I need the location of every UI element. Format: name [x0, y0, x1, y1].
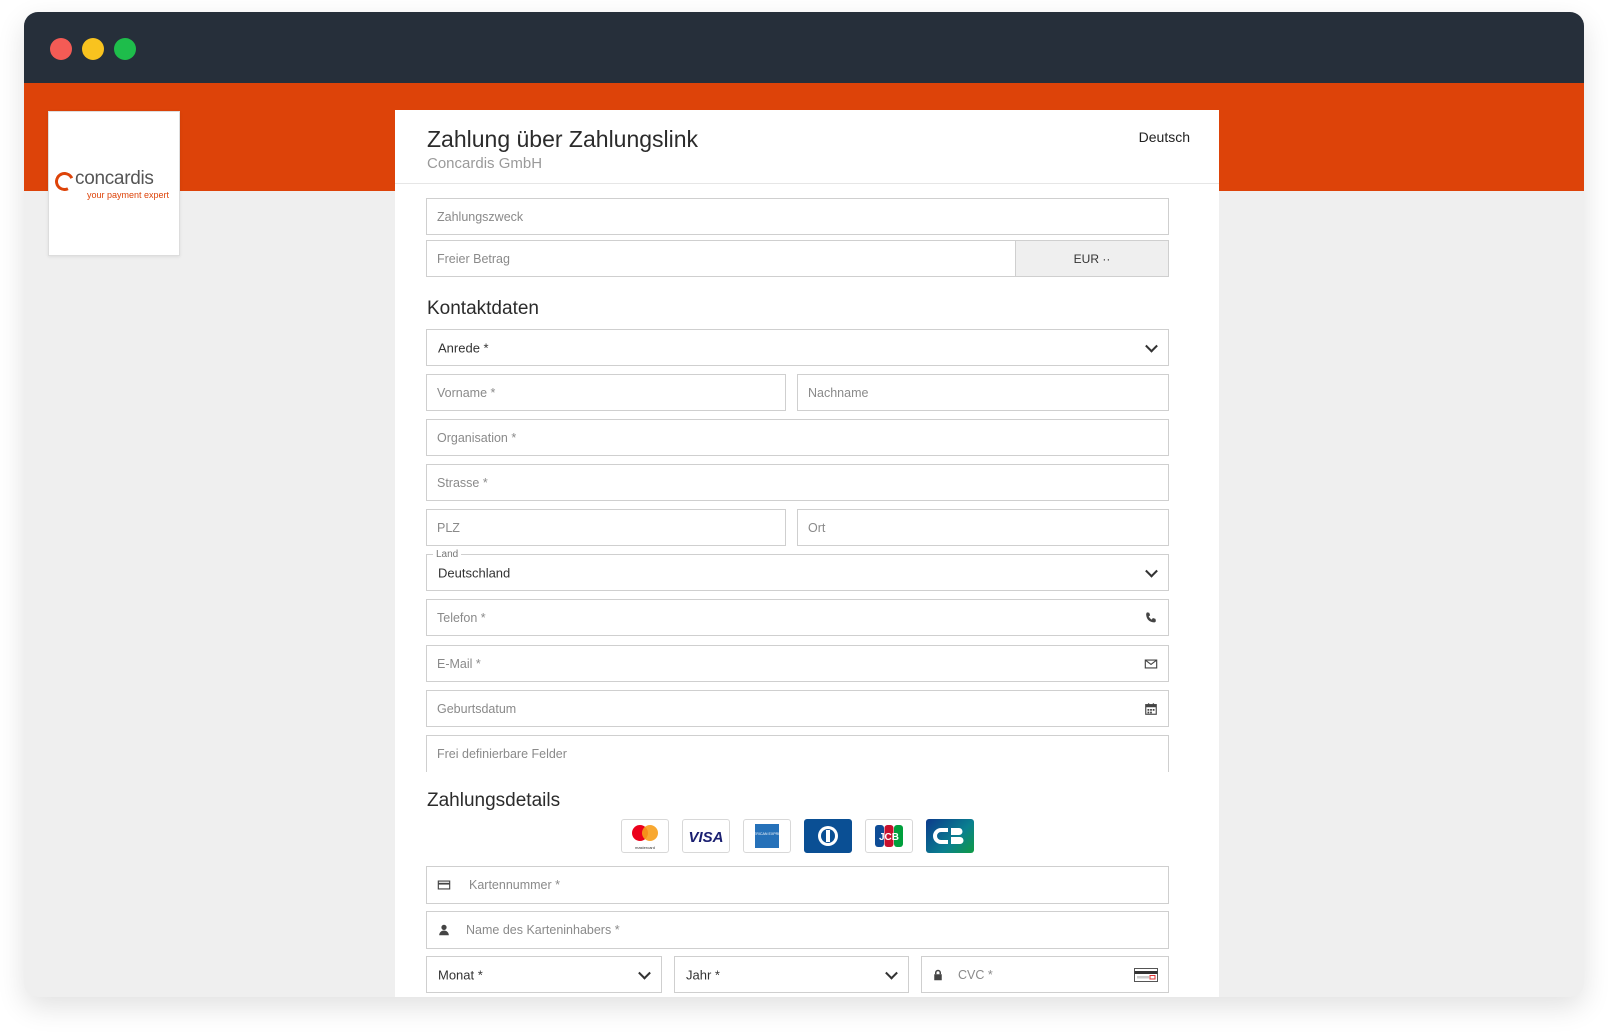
birthdate-placeholder: Geburtsdatum: [437, 701, 517, 716]
close-window-button[interactable]: [50, 38, 72, 60]
jcb-icon: JCB: [875, 825, 903, 847]
payment-section-heading: Zahlungsdetails: [427, 790, 561, 811]
email-input[interactable]: E-Mail *: [426, 645, 1169, 682]
zip-placeholder: PLZ: [437, 520, 460, 535]
visa-icon: VISA: [688, 829, 723, 846]
visa-logo: VISA: [682, 819, 730, 853]
cb-card-icon: [933, 828, 964, 844]
custom-fields-input[interactable]: Frei definierbare Felder: [426, 735, 1169, 772]
custom-fields-placeholder: Frei definierbare Felder: [437, 747, 567, 761]
maximize-window-button[interactable]: [114, 38, 136, 60]
form-header: Zahlung über Zahlungslink Concardis GmbH…: [395, 110, 1219, 184]
window-titlebar: [24, 12, 1584, 83]
city-input[interactable]: Ort: [797, 509, 1169, 546]
minimize-window-button[interactable]: [82, 38, 104, 60]
amount-input[interactable]: Freier Betrag EUR ··: [426, 240, 1169, 277]
logo-tagline: your payment expert: [87, 190, 170, 200]
chevron-down-icon: [1145, 339, 1158, 353]
logo-wordmark: concardis: [75, 168, 154, 189]
salutation-value: Anrede *: [438, 340, 489, 355]
amex-icon: AMERICAN EXPRESS: [749, 824, 787, 848]
country-value: Deutschland: [438, 565, 511, 580]
lock-icon: [934, 969, 942, 980]
chevron-down-icon: [885, 966, 898, 980]
jcb-logo: JCB: [865, 819, 913, 853]
street-input[interactable]: Strasse *: [426, 464, 1169, 501]
zip-input[interactable]: PLZ: [426, 509, 786, 546]
expiry-month-value: Monat *: [438, 967, 483, 982]
merchant-name: Concardis GmbH: [427, 155, 543, 172]
last-name-input[interactable]: Nachname: [797, 374, 1169, 411]
card-holder-placeholder: Name des Karteninhabers *: [466, 923, 620, 937]
contact-section-heading: Kontaktdaten: [427, 298, 539, 319]
payment-purpose-placeholder: Zahlungszweck: [437, 209, 524, 224]
expiry-month-select[interactable]: Monat *: [426, 956, 662, 993]
mastercard-logo: mastercard: [621, 819, 669, 853]
chevron-down-icon: [1145, 564, 1158, 578]
country-select[interactable]: Land Deutschland: [426, 549, 1169, 591]
email-placeholder: E-Mail *: [437, 656, 481, 671]
mastercard-icon: mastercard: [632, 825, 658, 850]
country-label: Land: [433, 549, 462, 560]
cvc-placeholder: CVC *: [958, 967, 993, 982]
credit-card-icon: [437, 880, 451, 890]
amount-placeholder: Freier Betrag: [437, 251, 510, 266]
currency-label: EUR ··: [1073, 251, 1111, 266]
phone-placeholder: Telefon *: [437, 610, 486, 625]
organisation-input[interactable]: Organisation *: [426, 419, 1169, 456]
chevron-down-icon: [638, 966, 651, 980]
payment-purpose-input[interactable]: Zahlungszweck: [426, 198, 1169, 235]
birthdate-input[interactable]: Geburtsdatum: [426, 690, 1169, 727]
amex-label: AMERICAN EXPRESS: [749, 832, 787, 836]
mastercard-label: mastercard: [635, 845, 655, 850]
merchant-logo: concardis your payment expert: [48, 111, 180, 256]
cb-logo: [926, 819, 974, 853]
page-title: Zahlung über Zahlungslink: [427, 126, 699, 152]
organisation-placeholder: Organisation *: [437, 430, 517, 445]
diners-logo: [804, 819, 852, 853]
last-name-placeholder: Nachname: [808, 385, 869, 400]
card-back-cvc-icon: [1134, 967, 1158, 982]
diners-club-icon: [818, 826, 838, 846]
card-number-input[interactable]: Kartennummer *: [426, 866, 1169, 904]
payment-form-panel: Zahlung über Zahlungslink Concardis GmbH…: [395, 110, 1219, 997]
envelope-icon: [1144, 658, 1158, 669]
visa-label: VISA: [688, 829, 723, 846]
card-number-placeholder: Kartennummer *: [469, 878, 561, 892]
card-holder-input[interactable]: Name des Karteninhabers *: [426, 911, 1169, 949]
salutation-select[interactable]: Anrede *: [426, 329, 1169, 366]
first-name-input[interactable]: Vorname *: [426, 374, 786, 411]
street-placeholder: Strasse *: [437, 475, 488, 490]
language-selector[interactable]: Deutsch: [1139, 129, 1190, 145]
amex-logo: AMERICAN EXPRESS: [743, 819, 791, 853]
city-placeholder: Ort: [808, 520, 826, 535]
browser-window: concardis your payment expert Zahlung üb…: [24, 12, 1584, 997]
jcb-label: JCB: [879, 832, 899, 843]
phone-icon: [1146, 611, 1156, 622]
first-name-placeholder: Vorname *: [437, 385, 496, 400]
user-icon: [439, 924, 449, 936]
phone-input[interactable]: Telefon *: [426, 599, 1169, 636]
calendar-icon: [1145, 702, 1157, 715]
currency-selector[interactable]: EUR ··: [1015, 241, 1168, 276]
cvc-input[interactable]: CVC *: [921, 956, 1169, 993]
concardis-logo-icon: [52, 169, 77, 194]
expiry-year-select[interactable]: Jahr *: [674, 956, 909, 993]
expiry-year-value: Jahr *: [686, 967, 720, 982]
